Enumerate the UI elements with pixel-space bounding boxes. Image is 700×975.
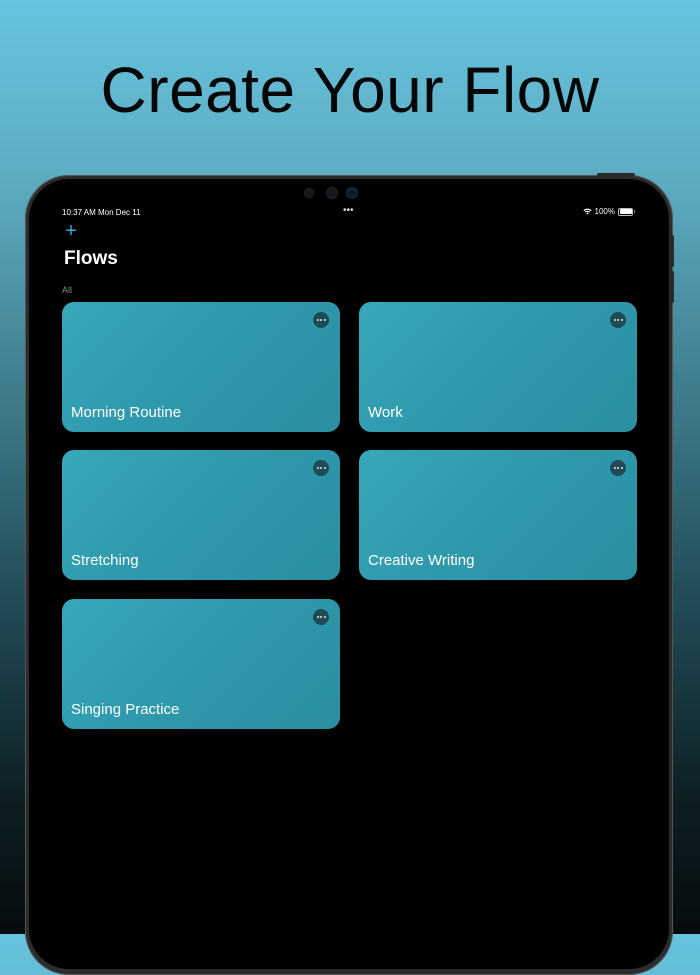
more-options-icon[interactable] <box>313 312 329 328</box>
status-date: Mon Dec 11 <box>98 208 141 217</box>
more-options-icon[interactable] <box>313 460 329 476</box>
tablet-frame: 10:37 AM Mon Dec 11 ••• 100% + Flows All <box>25 173 674 975</box>
app-screen: 10:37 AM Mon Dec 11 ••• 100% + Flows All <box>29 179 669 969</box>
plus-icon: + <box>65 220 77 242</box>
wifi-icon <box>582 208 592 215</box>
promo-headline: Create Your Flow <box>100 54 600 126</box>
sensor-icon <box>305 189 313 197</box>
more-options-icon[interactable] <box>313 609 329 625</box>
flow-card-title: Singing Practice <box>71 701 180 718</box>
flow-card[interactable]: Singing Practice <box>62 599 340 729</box>
multitasking-dots-icon[interactable]: ••• <box>343 205 354 216</box>
volume-down-button <box>671 271 674 303</box>
flow-card-title: Morning Routine <box>71 404 182 421</box>
status-bar: 10:37 AM Mon Dec 11 ••• 100% <box>29 205 669 219</box>
section-label: All <box>62 285 73 295</box>
battery-percentage: 100% <box>594 207 615 216</box>
add-flow-button[interactable]: + <box>61 221 81 241</box>
more-options-icon[interactable] <box>610 460 626 476</box>
flow-card-title: Work <box>368 404 403 421</box>
flow-card-title: Creative Writing <box>368 552 475 569</box>
sensor-icon <box>327 188 337 198</box>
battery-icon <box>618 207 635 216</box>
page-title: Flows <box>64 248 118 269</box>
flow-card[interactable]: Creative Writing <box>359 450 637 580</box>
camera-icon <box>348 189 356 197</box>
top-button <box>597 173 635 176</box>
status-time: 10:37 AM <box>62 208 96 217</box>
flow-card[interactable]: Morning Routine <box>62 302 340 432</box>
status-indicators: 100% <box>582 207 635 216</box>
flow-card[interactable]: Stretching <box>62 450 340 580</box>
flow-card-title: Stretching <box>71 552 139 569</box>
more-options-icon[interactable] <box>610 312 626 328</box>
flow-card[interactable]: Work <box>359 302 637 432</box>
volume-up-button <box>671 235 674 267</box>
